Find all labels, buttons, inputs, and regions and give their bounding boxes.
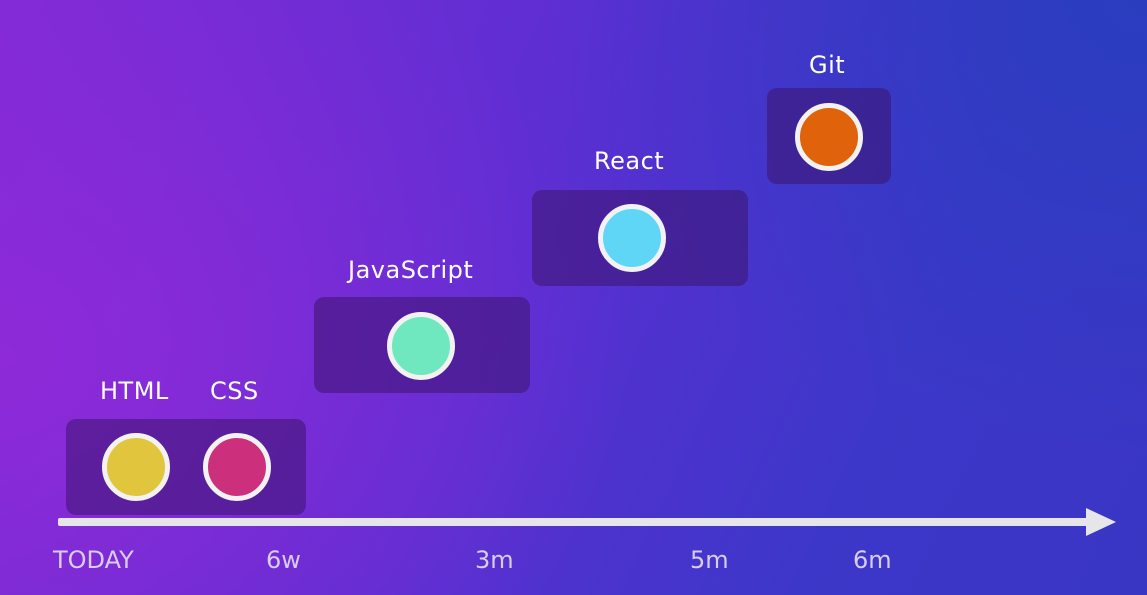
- javascript-dot-icon: [387, 312, 455, 380]
- tick-today: TODAY: [53, 546, 134, 574]
- tick-5m: 5m: [690, 546, 729, 574]
- arrow-right-icon: [1086, 508, 1116, 536]
- html-dot-icon: [102, 433, 170, 501]
- timeline-axis: [58, 518, 1090, 526]
- css-dot-icon: [203, 433, 271, 501]
- tick-6w: 6w: [266, 546, 301, 574]
- label-html: HTML: [100, 377, 169, 405]
- learning-roadmap: HTML CSS JavaScript React Git TODAY 6w 3…: [0, 0, 1147, 595]
- label-javascript: JavaScript: [348, 256, 474, 284]
- label-git: Git: [809, 51, 846, 79]
- git-dot-icon: [795, 103, 863, 171]
- label-css: CSS: [210, 377, 259, 405]
- tick-3m: 3m: [475, 546, 514, 574]
- tick-6m: 6m: [853, 546, 892, 574]
- label-react: React: [594, 147, 665, 175]
- react-dot-icon: [598, 204, 666, 272]
